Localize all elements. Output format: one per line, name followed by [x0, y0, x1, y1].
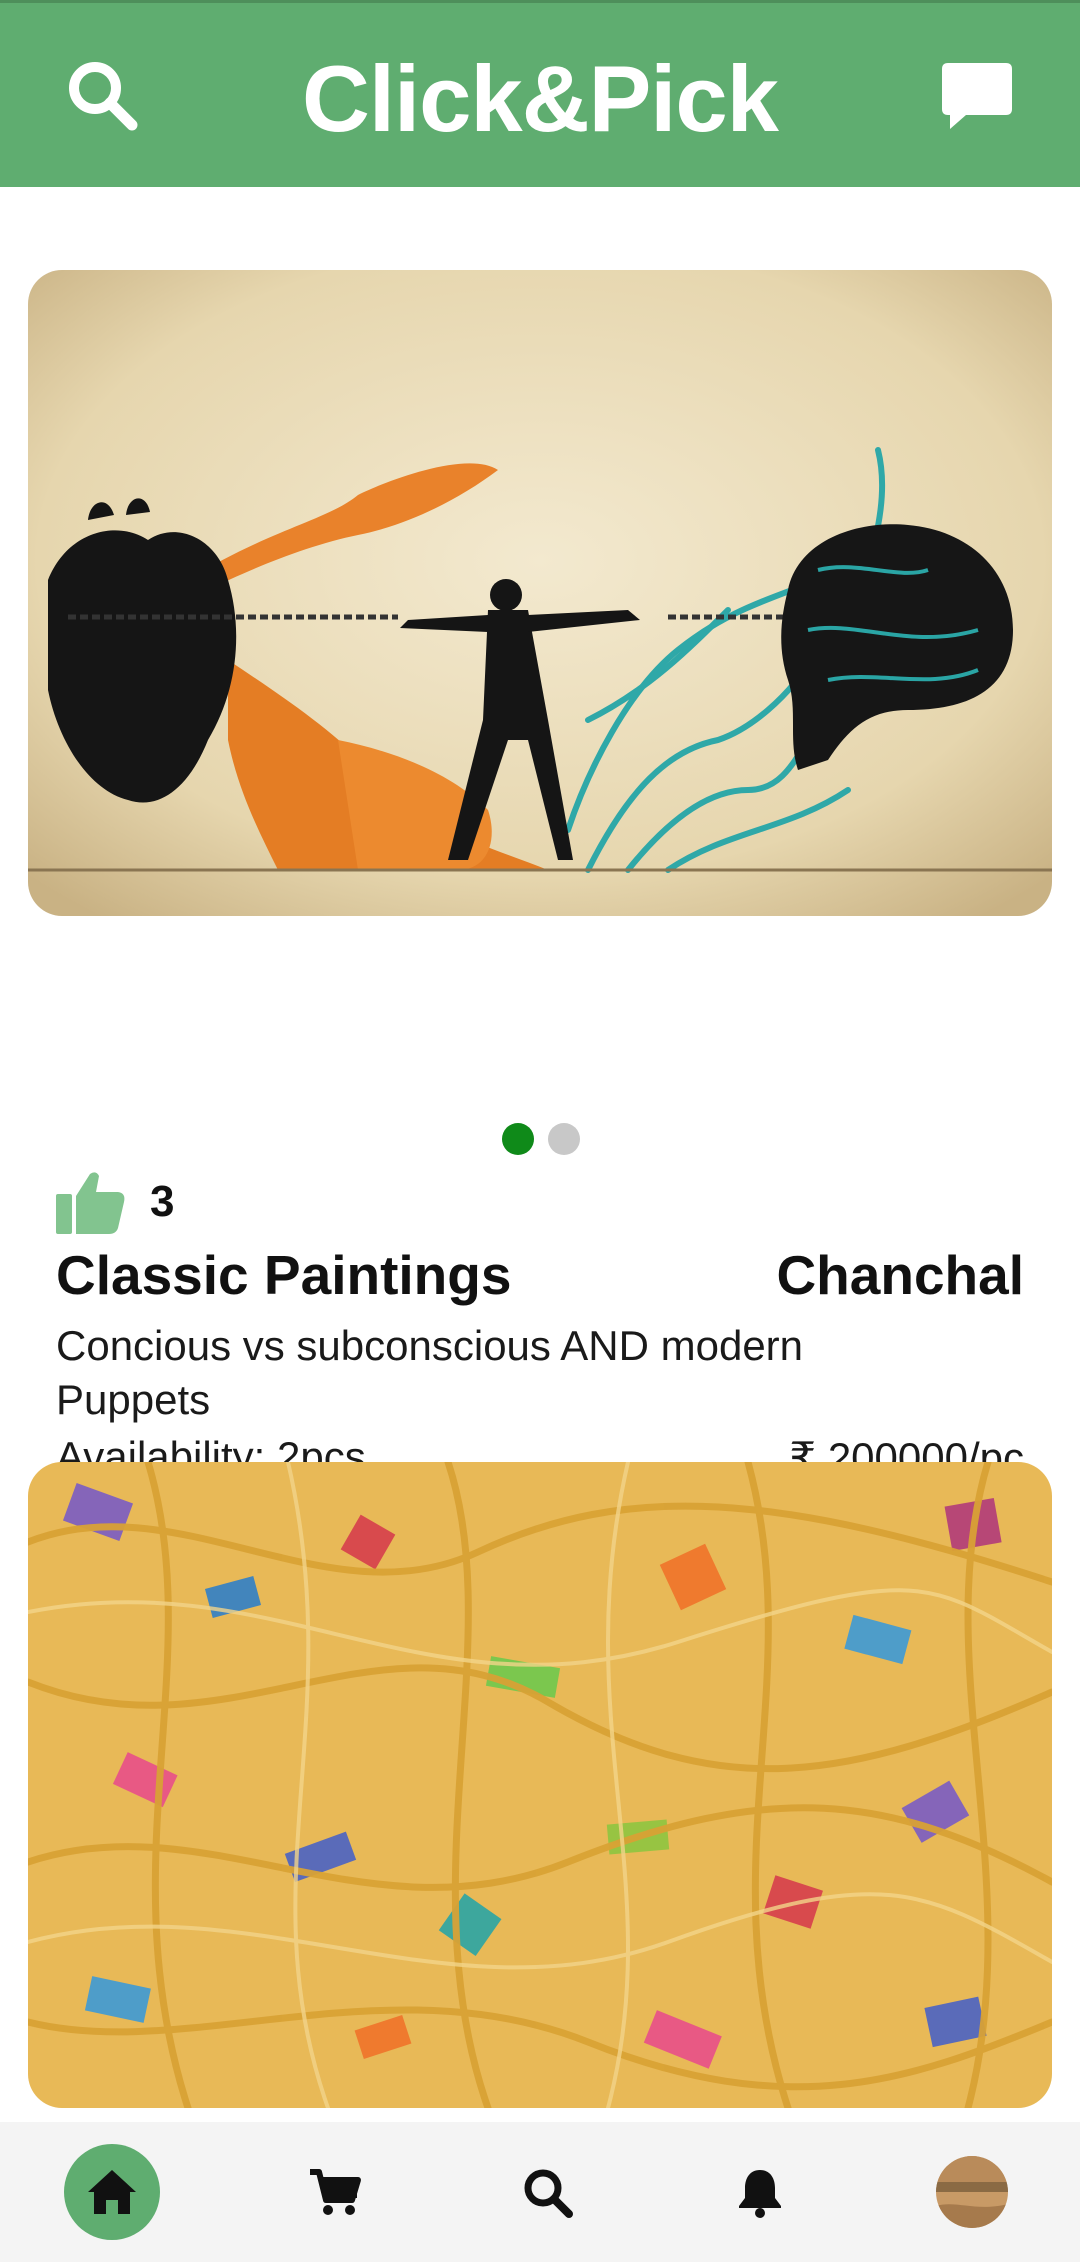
chat-icon [942, 63, 1012, 129]
feed[interactable]: 3 Classic Paintings Chanchal Concious vs… [0, 187, 1080, 2122]
post-title-row: Classic Paintings Chanchal [56, 1243, 1024, 1309]
like-row: 3 [56, 1167, 174, 1237]
like-count: 3 [150, 1177, 175, 1226]
avatar [936, 2156, 1008, 2228]
post-title[interactable]: Classic Paintings [56, 1243, 511, 1307]
bottom-nav [0, 2122, 1080, 2262]
painting-abstract-gold [28, 1462, 1052, 2108]
carousel-dot[interactable] [548, 1123, 580, 1155]
nav-profile[interactable] [924, 2144, 1020, 2240]
carousel-indicator [0, 1123, 1080, 1155]
cart-icon [310, 2169, 361, 2215]
post-image[interactable] [28, 270, 1052, 916]
app-bar: Click&Pick [0, 0, 1080, 187]
chat-button[interactable] [940, 59, 1014, 133]
like-button[interactable] [56, 1170, 126, 1234]
post-artist[interactable]: Chanchal [776, 1243, 1024, 1307]
painting-heart-vs-brain [28, 270, 1052, 916]
nav-search[interactable] [499, 2144, 595, 2240]
search-icon [524, 2169, 573, 2218]
carousel-dot-active[interactable] [502, 1123, 534, 1155]
bell-icon [739, 2170, 781, 2218]
home-icon [88, 2170, 136, 2214]
nav-home[interactable] [64, 2144, 160, 2240]
app-title: Click&Pick [302, 46, 779, 151]
post-description: Concious vs subconscious AND modern Pupp… [56, 1322, 804, 1423]
post-image[interactable] [28, 1462, 1052, 2108]
thumbs-up-icon [56, 1172, 125, 1234]
nav-cart[interactable] [286, 2144, 382, 2240]
nav-notifications[interactable] [712, 2144, 808, 2240]
